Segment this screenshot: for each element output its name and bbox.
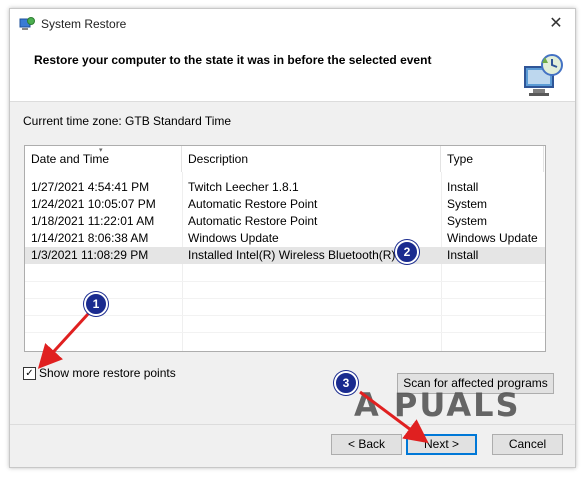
row-date: 1/3/2021 11:08:29 PM (31, 248, 149, 262)
row-description: Automatic Restore Point (188, 197, 318, 211)
show-more-label: Show more restore points (39, 366, 176, 380)
step-badge-2: 2 (395, 240, 419, 264)
watermark-logo: A PUALS (354, 386, 521, 424)
close-icon[interactable]: ✕ (547, 15, 565, 33)
row-divider (25, 315, 545, 316)
row-date: 1/27/2021 4:54:41 PM (31, 180, 150, 194)
row-type: Install (447, 180, 479, 194)
restore-points-table[interactable]: ▾ Date and Time Description Type 1/27/20… (24, 145, 546, 352)
step-badge-3: 3 (334, 371, 358, 395)
column-header-date[interactable]: ▾ Date and Time (25, 146, 182, 172)
step-badge-1: 1 (84, 292, 108, 316)
back-button[interactable]: < Back (331, 434, 402, 455)
table-row-selected[interactable]: 1/3/2021 11:08:29 PM Installed Intel(R) … (25, 247, 545, 264)
checkmark-icon[interactable]: ✓ (23, 367, 36, 380)
next-button[interactable]: Next > (406, 434, 477, 455)
table-row[interactable]: 1/24/2021 10:05:07 PM Automatic Restore … (25, 196, 545, 213)
header-panel: Restore your computer to the state it wa… (10, 39, 575, 102)
table-row[interactable]: 1/18/2021 11:22:01 AM Automatic Restore … (25, 213, 545, 230)
row-type: Install (447, 248, 479, 262)
table-row[interactable]: 1/27/2021 4:54:41 PM Twitch Leecher 1.8.… (25, 179, 545, 196)
cancel-button[interactable]: Cancel (492, 434, 563, 455)
row-date: 1/24/2021 10:05:07 PM (31, 197, 156, 211)
row-date: 1/14/2021 8:06:38 AM (31, 231, 149, 245)
page-title: Restore your computer to the state it wa… (34, 53, 432, 67)
row-divider (25, 332, 545, 333)
window-title: System Restore (41, 17, 127, 31)
column-header-description[interactable]: Description (182, 146, 441, 172)
row-type: Windows Update (447, 231, 538, 245)
footer-divider (10, 424, 575, 425)
restore-computer-icon (524, 54, 563, 96)
title-bar: System Restore ✕ (10, 9, 575, 39)
sort-indicator-icon: ▾ (99, 147, 103, 154)
timezone-label: Current time zone: GTB Standard Time (23, 114, 232, 128)
column-header-type[interactable]: Type (441, 146, 544, 172)
row-type: System (447, 197, 488, 211)
row-description: Automatic Restore Point (188, 214, 318, 228)
row-date: 1/18/2021 11:22:01 AM (31, 214, 155, 228)
row-type: System (447, 214, 488, 228)
table-row[interactable]: 1/14/2021 8:06:38 AM Windows Update Wind… (25, 230, 545, 247)
system-restore-icon (19, 17, 35, 30)
row-description: Twitch Leecher 1.8.1 (188, 180, 299, 194)
row-divider (25, 281, 545, 282)
